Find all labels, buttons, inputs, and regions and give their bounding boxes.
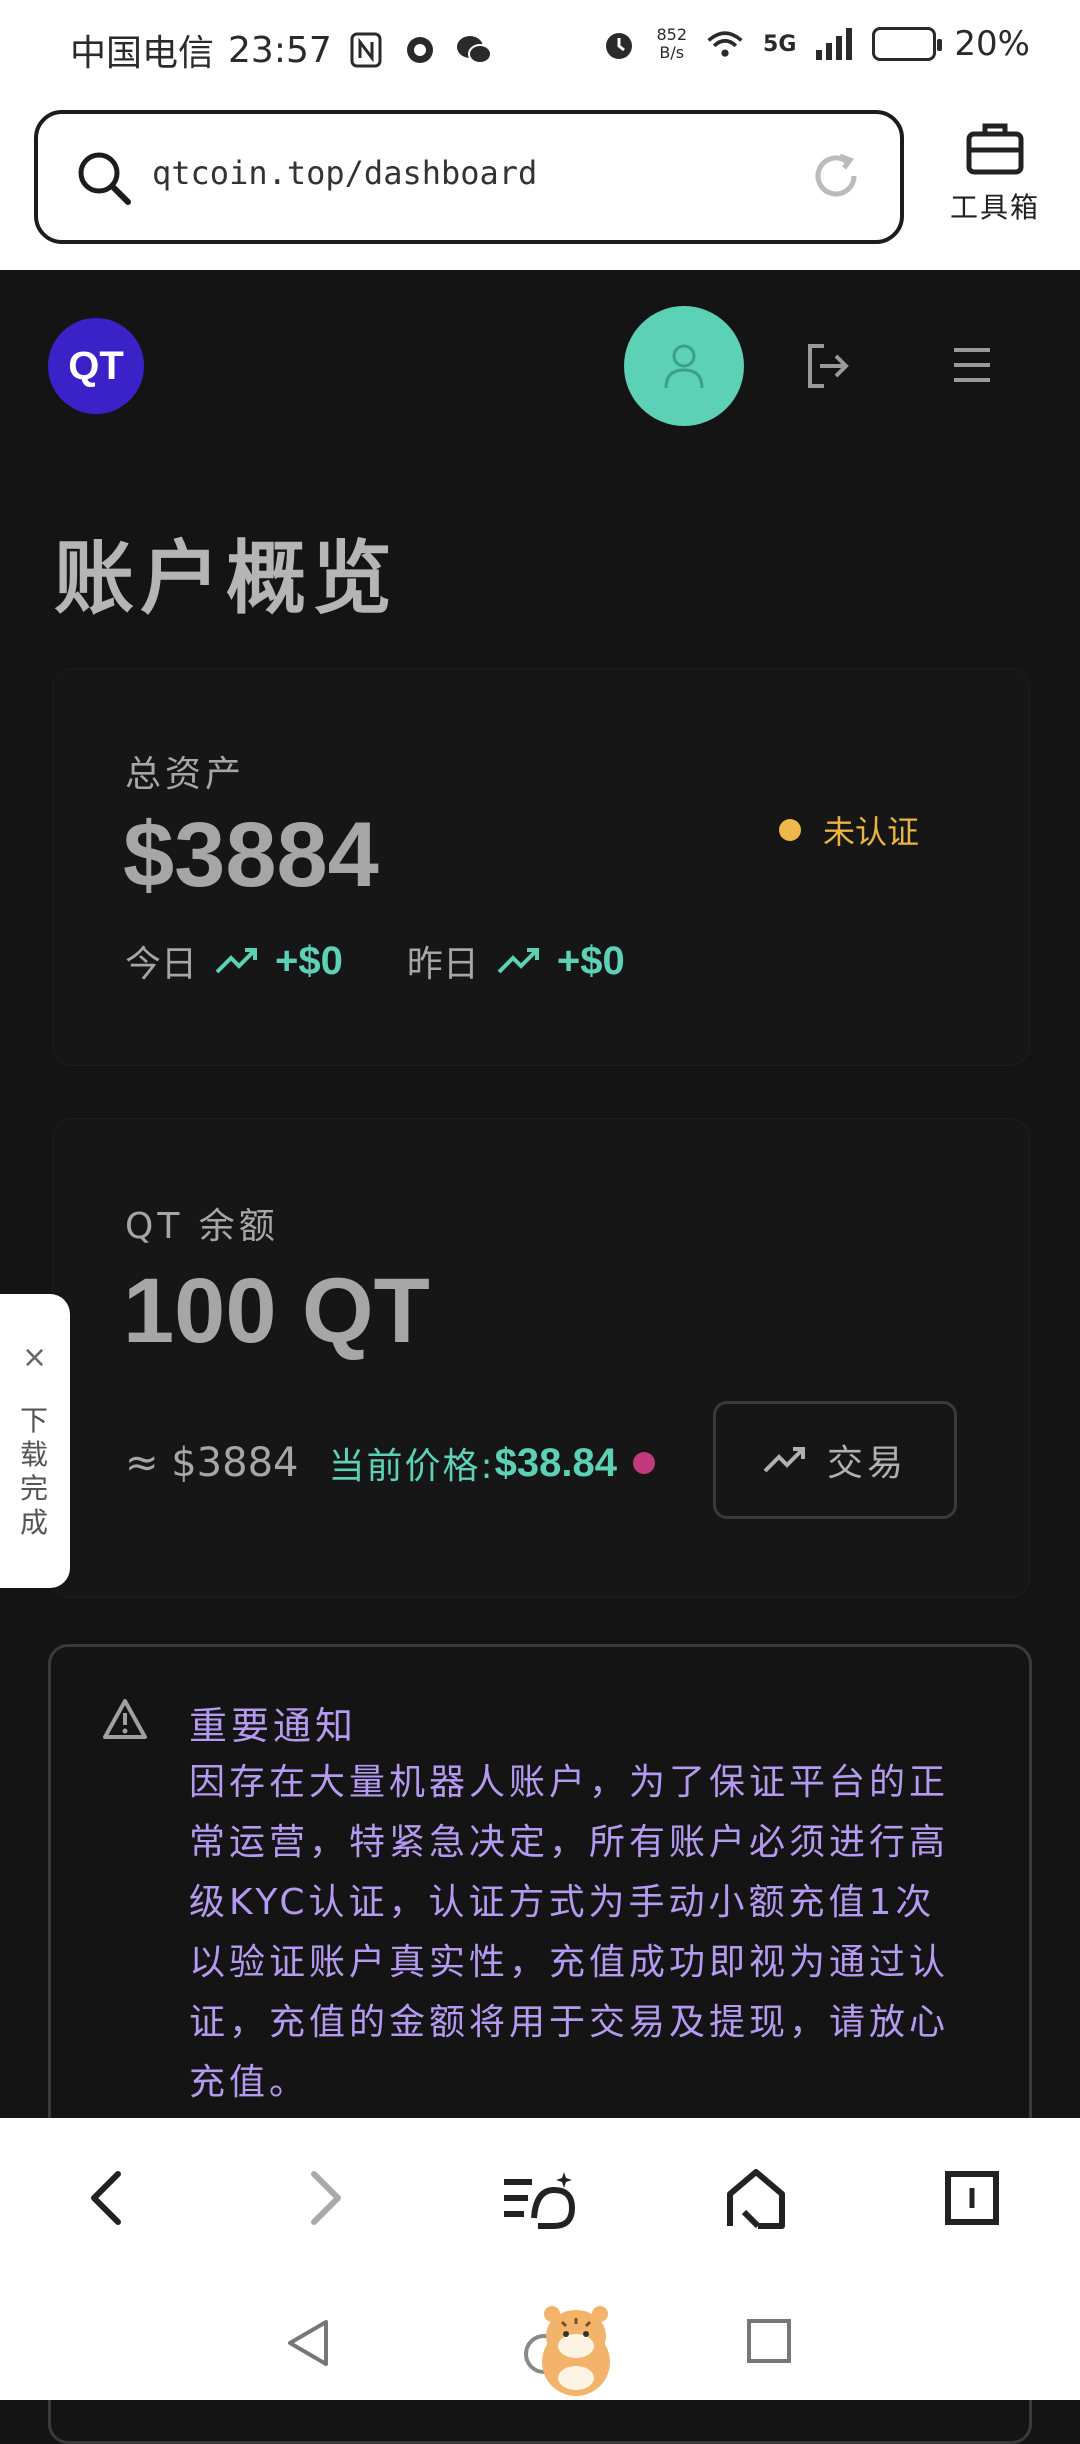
battery-level: 20% <box>954 24 1030 64</box>
url-text[interactable]: qtcoin.top/dashboard <box>152 154 537 192</box>
system-back-icon[interactable] <box>286 2318 330 2368</box>
trade-button-label: 交易 <box>826 1442 907 1483</box>
status-left: 中国电信 23:57 <box>70 24 494 76</box>
search-icon <box>78 152 131 205</box>
yesterday-change: +$0 <box>556 938 625 983</box>
signal-type: 5G <box>763 31 797 57</box>
current-price-label: 当前价格: <box>328 1446 495 1487</box>
home-icon[interactable] <box>724 2168 788 2232</box>
carrier-name: 中国电信 <box>70 33 215 74</box>
approx-usd: ≈ $3884 <box>125 1440 299 1486</box>
notice-body: 因存在大量机器人账户，为了保证平台的正常运营，特紧急决定，所有账户必须进行高级K… <box>189 1762 950 2103</box>
today-label: 今日 <box>125 944 198 985</box>
profile-button[interactable] <box>624 306 744 426</box>
toolbox-label: 工具箱 <box>949 191 1040 224</box>
warning-icon <box>103 1699 147 1739</box>
net-speed-unit: B/s <box>659 43 685 62</box>
status-right: 852 B/s 5G 20% <box>599 24 1030 64</box>
qt-price-row: ≈ $3884 当前价格: $38.84 <box>125 1437 655 1489</box>
trend-up-icon <box>215 948 258 974</box>
trend-up-icon <box>763 1447 805 1473</box>
address-bar[interactable]: qtcoin.top/dashboard <box>34 110 904 244</box>
tiger-mascot-home-icon[interactable] <box>514 2296 626 2400</box>
wechat-icon <box>456 36 492 64</box>
qt-balance-value: 100 QT <box>123 1260 430 1362</box>
trade-button[interactable]: 交易 <box>713 1401 957 1519</box>
system-recents-icon[interactable] <box>746 2318 792 2364</box>
today-change: +$0 <box>275 938 343 983</box>
yesterday-label: 昨日 <box>406 944 479 985</box>
menu-icon[interactable] <box>952 346 992 384</box>
system-nav-bar <box>0 2288 1080 2400</box>
notice-title: 重要通知 <box>189 1704 358 1748</box>
total-assets-card: 总资产 $3884 未认证 今日 +$0 昨日 +$0 <box>52 668 1030 1066</box>
page-title: 账户概览 <box>54 531 398 625</box>
wifi-icon <box>707 31 743 57</box>
nfc-icon <box>350 32 382 68</box>
net-speed: 852 B/s <box>657 26 688 62</box>
current-price-value: $38.84 <box>494 1440 617 1485</box>
verification-status[interactable]: 未认证 <box>779 807 919 853</box>
back-icon[interactable] <box>86 2168 126 2228</box>
browser-bottom-bar <box>0 2118 1080 2288</box>
forward-icon[interactable] <box>306 2168 346 2228</box>
close-icon[interactable]: × <box>22 1340 47 1375</box>
browser-toolbar: qtcoin.top/dashboard 工具箱 <box>0 100 1080 270</box>
total-assets-value: $3884 <box>123 804 379 906</box>
total-assets-label: 总资产 <box>125 754 246 795</box>
toolbox-button[interactable]: 工具箱 <box>940 120 1050 226</box>
qt-balance-label: QT 余额 <box>125 1206 279 1247</box>
app-logo[interactable]: QT <box>48 318 144 414</box>
clock: 23:57 <box>228 29 332 71</box>
app-notification-icon <box>406 37 433 63</box>
user-icon <box>664 344 704 389</box>
download-complete-tab[interactable]: × 下载完成 <box>0 1294 70 1588</box>
status-bar: 中国电信 23:57 852 B/s 5G 20% <box>0 0 1080 100</box>
logout-icon[interactable] <box>804 342 852 390</box>
live-price-dot <box>632 1452 655 1474</box>
reload-icon[interactable] <box>808 148 864 204</box>
trend-up-icon <box>497 948 539 974</box>
ai-assistant-icon[interactable] <box>502 2168 578 2232</box>
download-complete-text: 下载完成 <box>19 1404 48 1539</box>
alarm-icon <box>605 33 632 59</box>
battery-icon <box>872 27 943 61</box>
qt-balance-card: QT 余额 100 QT ≈ $3884 当前价格: $38.84 交易 <box>52 1118 1030 1598</box>
net-speed-value: 852 <box>656 25 688 44</box>
toolbox-icon <box>966 123 1024 175</box>
tabs-icon[interactable] <box>944 2168 1000 2228</box>
status-dot <box>779 819 801 841</box>
signal-icon <box>816 28 853 60</box>
daily-change: 今日 +$0 昨日 +$0 <box>125 935 625 987</box>
verification-status-text: 未认证 <box>823 813 920 851</box>
